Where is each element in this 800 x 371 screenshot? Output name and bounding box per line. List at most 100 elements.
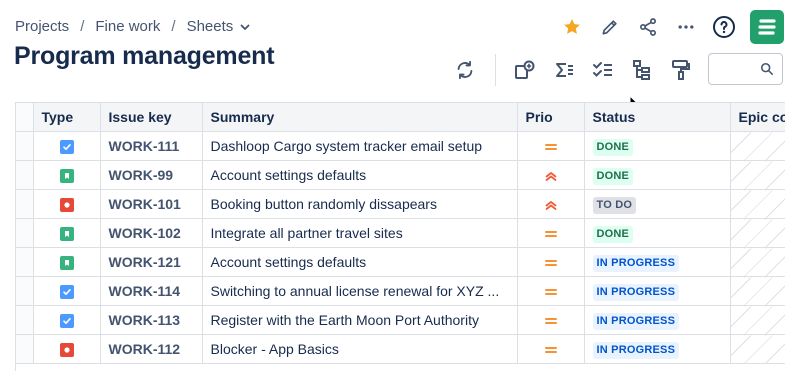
status-cell[interactable]: IN PROGRESS xyxy=(584,334,731,364)
add-issue-icon[interactable] xyxy=(510,55,540,85)
status-badge: IN PROGRESS xyxy=(592,283,680,301)
sheet-toolbar xyxy=(450,54,705,86)
priority-cell[interactable] xyxy=(517,160,585,190)
search-icon xyxy=(760,62,774,81)
app-logo-icon[interactable] xyxy=(750,10,784,44)
type-cell[interactable] xyxy=(33,131,101,161)
breadcrumb-projects[interactable]: Projects xyxy=(15,18,69,35)
checklist-icon[interactable] xyxy=(588,55,618,85)
help-icon[interactable] xyxy=(710,13,738,41)
epic-cell[interactable] xyxy=(730,276,785,306)
row-gutter[interactable] xyxy=(16,334,34,364)
epic-cell[interactable] xyxy=(730,334,785,364)
column-header-epic[interactable]: Epic co xyxy=(730,102,785,132)
paint-roller-icon[interactable] xyxy=(666,55,696,85)
type-cell[interactable] xyxy=(33,218,101,248)
page-title: Program management xyxy=(14,42,275,70)
priority-cell[interactable] xyxy=(517,247,585,277)
summary-cell[interactable]: Account settings defaults xyxy=(202,247,518,277)
priority-cell[interactable] xyxy=(517,334,585,364)
row-gutter[interactable] xyxy=(16,160,34,190)
priority-cell[interactable] xyxy=(517,276,585,306)
row-gutter[interactable] xyxy=(16,276,34,306)
chevron-down-icon[interactable] xyxy=(239,21,251,33)
status-cell[interactable]: TO DO xyxy=(584,189,731,219)
issue-key-cell[interactable]: WORK-112 xyxy=(100,334,203,364)
epic-cell[interactable] xyxy=(730,131,785,161)
table-row[interactable]: WORK-101 Booking button randomly dissapea… xyxy=(16,189,785,219)
status-badge: IN PROGRESS xyxy=(592,254,680,272)
status-badge: DONE xyxy=(592,225,634,243)
row-gutter[interactable] xyxy=(16,305,34,335)
issue-key-cell[interactable]: WORK-99 xyxy=(100,160,203,190)
status-cell[interactable]: DONE xyxy=(584,218,731,248)
status-cell[interactable]: IN PROGRESS xyxy=(584,247,731,277)
summary-cell[interactable]: Register with the Earth Moon Port Author… xyxy=(202,305,518,335)
priority-medium-icon xyxy=(544,286,558,298)
column-header-prio[interactable]: Prio xyxy=(517,102,585,132)
issue-key-cell[interactable]: WORK-113 xyxy=(100,305,203,335)
epic-cell[interactable] xyxy=(730,247,785,277)
row-gutter[interactable] xyxy=(16,218,34,248)
status-cell[interactable]: DONE xyxy=(584,160,731,190)
breadcrumb-fine-work[interactable]: Fine work xyxy=(95,18,160,35)
sum-icon[interactable] xyxy=(549,55,579,85)
refresh-icon[interactable] xyxy=(450,55,480,85)
table-row[interactable]: WORK-114 Switching to annual license rene… xyxy=(16,276,785,306)
table-row[interactable]: WORK-121 Account settings defaults IN PROG… xyxy=(16,247,785,277)
row-gutter[interactable] xyxy=(16,189,34,219)
table-row[interactable]: WORK-111 Dashloop Cargo system tracker em… xyxy=(16,131,785,161)
table-row[interactable]: WORK-112 Blocker - App Basics IN PROGRESS xyxy=(16,334,785,364)
priority-medium-icon xyxy=(544,344,558,356)
search-input[interactable] xyxy=(708,53,783,85)
type-cell[interactable] xyxy=(33,305,101,335)
column-header-issue-key[interactable]: Issue key xyxy=(100,102,203,132)
status-badge: TO DO xyxy=(592,196,637,214)
status-badge: DONE xyxy=(592,138,634,156)
type-cell[interactable] xyxy=(33,160,101,190)
summary-cell[interactable]: Booking button randomly dissapears xyxy=(202,189,518,219)
priority-cell[interactable] xyxy=(517,218,585,248)
type-cell[interactable] xyxy=(33,334,101,364)
issue-key-cell[interactable]: WORK-111 xyxy=(100,131,203,161)
issue-key-cell[interactable]: WORK-121 xyxy=(100,247,203,277)
header-actions xyxy=(548,10,784,44)
column-header-type[interactable]: Type xyxy=(33,102,101,132)
priority-cell[interactable] xyxy=(517,189,585,219)
column-header-status[interactable]: Status xyxy=(584,102,731,132)
epic-cell[interactable] xyxy=(730,305,785,335)
issue-key-cell[interactable]: WORK-101 xyxy=(100,189,203,219)
table-row[interactable]: WORK-102 Integrate all partner travel sit… xyxy=(16,218,785,248)
row-gutter[interactable] xyxy=(16,131,34,161)
priority-cell[interactable] xyxy=(517,305,585,335)
summary-cell[interactable]: Account settings defaults xyxy=(202,160,518,190)
issue-key-cell[interactable]: WORK-102 xyxy=(100,218,203,248)
priority-medium-icon xyxy=(544,315,558,327)
breadcrumb-sheets[interactable]: Sheets xyxy=(187,18,234,35)
story-type-icon xyxy=(59,227,74,242)
status-cell[interactable]: IN PROGRESS xyxy=(584,276,731,306)
epic-cell[interactable] xyxy=(730,218,785,248)
table-row[interactable]: WORK-113 Register with the Earth Moon Por… xyxy=(16,305,785,335)
column-header-summary[interactable]: Summary xyxy=(202,102,518,132)
more-icon[interactable] xyxy=(672,13,700,41)
type-cell[interactable] xyxy=(33,276,101,306)
status-cell[interactable]: IN PROGRESS xyxy=(584,305,731,335)
summary-cell[interactable]: Switching to annual license renewal for … xyxy=(202,276,518,306)
star-icon[interactable] xyxy=(558,13,586,41)
share-icon[interactable] xyxy=(634,13,662,41)
status-cell[interactable]: DONE xyxy=(584,131,731,161)
pencil-icon[interactable] xyxy=(596,13,624,41)
epic-cell[interactable] xyxy=(730,160,785,190)
priority-cell[interactable] xyxy=(517,131,585,161)
summary-cell[interactable]: Integrate all partner travel sites xyxy=(202,218,518,248)
type-cell[interactable] xyxy=(33,189,101,219)
epic-cell[interactable] xyxy=(730,189,785,219)
hierarchy-icon[interactable] xyxy=(627,55,657,85)
summary-cell[interactable]: Dashloop Cargo system tracker email setu… xyxy=(202,131,518,161)
summary-cell[interactable]: Blocker - App Basics xyxy=(202,334,518,364)
issue-key-cell[interactable]: WORK-114 xyxy=(100,276,203,306)
row-gutter[interactable] xyxy=(16,247,34,277)
table-row[interactable]: WORK-99 Account settings defaults DONE xyxy=(16,160,785,190)
type-cell[interactable] xyxy=(33,247,101,277)
